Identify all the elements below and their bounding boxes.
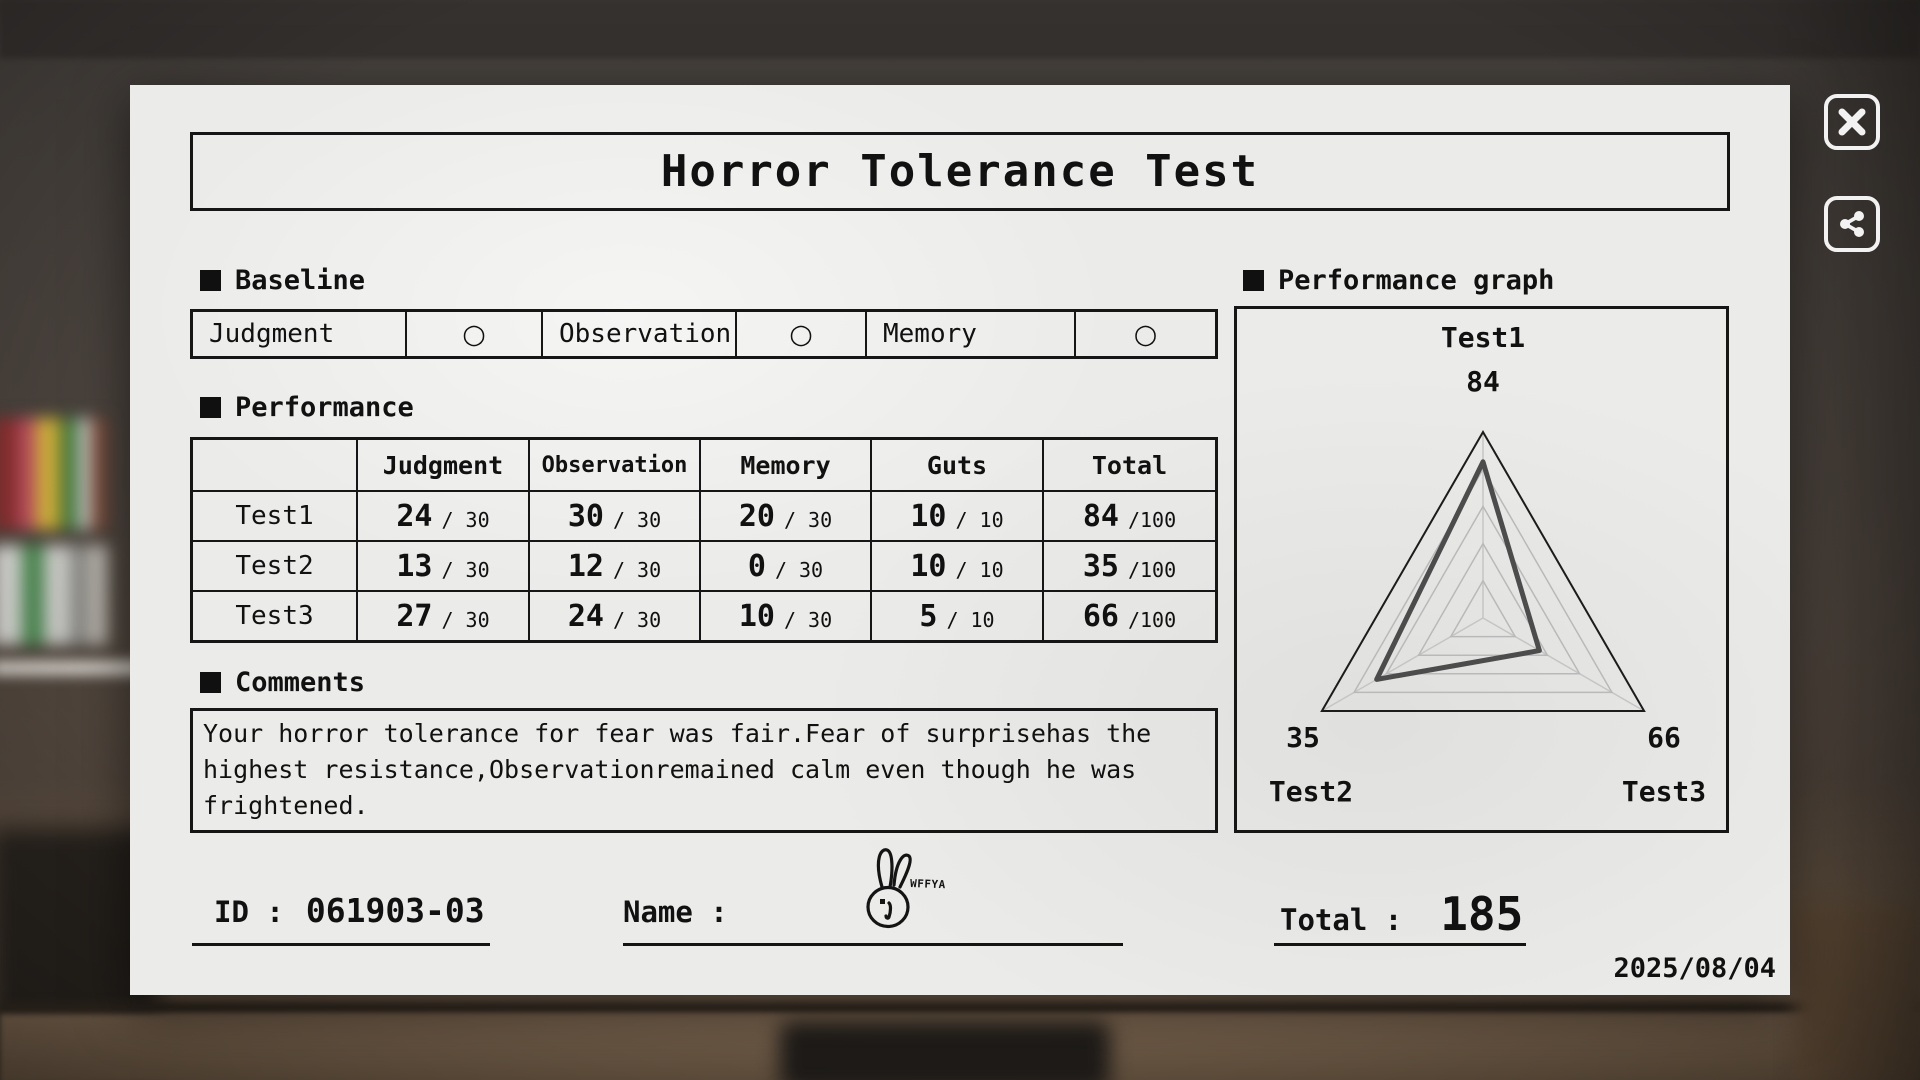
score-cell: 12/ 30 (528, 540, 699, 590)
baseline-label: Observation (541, 312, 735, 356)
row-header: Test2 (193, 540, 356, 590)
total-cell: 66/100 (1042, 590, 1215, 640)
score-cell: 24/ 30 (356, 490, 528, 540)
score-cell: 27/ 30 (356, 590, 528, 640)
total-underline (1274, 943, 1526, 946)
radar-chart: Test1 84 35 Test2 66 Test3 (1234, 306, 1729, 833)
table-corner-cell (193, 440, 356, 490)
column-header: Guts (870, 440, 1042, 490)
score-cell: 10/ 10 (870, 490, 1042, 540)
baseline-label: Judgment (193, 312, 405, 356)
baseline-mark-circle: ○ (405, 312, 541, 356)
square-bullet-icon (200, 397, 221, 418)
radar-value-test3: 66 (1647, 721, 1681, 754)
section-label-baseline: Baseline (235, 265, 365, 296)
radar-axis-label-test1: Test1 (1441, 321, 1525, 354)
total-cell: 35/100 (1042, 540, 1215, 590)
section-header-comments: Comments (200, 667, 365, 698)
column-header: Observation (528, 440, 699, 490)
share-button[interactable] (1824, 196, 1880, 252)
score-cell: 10/ 30 (699, 590, 870, 640)
id-underline (192, 943, 490, 946)
total-cell: 84/100 (1042, 490, 1215, 540)
square-bullet-icon (200, 672, 221, 693)
comments-text: Your horror tolerance for fear was fair.… (203, 716, 1205, 824)
row-header: Test1 (193, 490, 356, 540)
total-value: 185 (1440, 887, 1523, 941)
square-bullet-icon (200, 270, 221, 291)
radar-value-test1: 84 (1466, 365, 1500, 398)
close-button[interactable] (1824, 94, 1880, 150)
row-header: Test3 (193, 590, 356, 640)
svg-text:WFFYA: WFFYA (910, 877, 946, 891)
performance-table: Judgment Observation Memory Guts Total T… (190, 437, 1218, 643)
section-label-performance: Performance (235, 392, 414, 423)
radar-axis-label-test3: Test3 (1622, 775, 1706, 808)
score-cell: 24/ 30 (528, 590, 699, 640)
id-value: 061903-03 (306, 891, 485, 930)
section-header-baseline: Baseline (200, 265, 365, 296)
score-cell: 10/ 10 (870, 540, 1042, 590)
column-header: Memory (699, 440, 870, 490)
baseline-mark-circle: ○ (735, 312, 865, 356)
baseline-label: Memory (865, 312, 1074, 356)
comments-box: Your horror tolerance for fear was fair.… (190, 708, 1218, 833)
radar-value-test2: 35 (1286, 721, 1320, 754)
share-icon (1836, 208, 1868, 240)
date-text: 2025/08/04 (1613, 953, 1776, 984)
section-label-comments: Comments (235, 667, 365, 698)
score-cell: 5/ 10 (870, 590, 1042, 640)
baseline-table: Judgment ○ Observation ○ Memory ○ (190, 309, 1218, 359)
bunny-doodle-signature: WFFYA (848, 845, 956, 943)
name-field: Name : (623, 895, 728, 929)
name-label: Name : (623, 895, 728, 929)
id-field: ID : 061903-03 (214, 891, 485, 930)
id-label: ID : (214, 895, 284, 929)
section-header-graph: Performance graph (1243, 265, 1554, 296)
name-underline (623, 943, 1123, 946)
total-label: Total : (1280, 903, 1402, 937)
score-cell: 13/ 30 (356, 540, 528, 590)
score-cell: 20/ 30 (699, 490, 870, 540)
score-cell: 0/ 30 (699, 540, 870, 590)
total-field: Total : 185 (1280, 887, 1523, 941)
section-label-graph: Performance graph (1278, 265, 1554, 296)
result-sheet: Horror Tolerance Test Baseline Judgment … (130, 85, 1790, 995)
column-header: Total (1042, 440, 1215, 490)
baseline-mark-circle: ○ (1074, 312, 1215, 356)
score-cell: 30/ 30 (528, 490, 699, 540)
page-title: Horror Tolerance Test (661, 146, 1259, 197)
close-icon (1836, 106, 1868, 138)
square-bullet-icon (1243, 270, 1264, 291)
section-header-performance: Performance (200, 392, 414, 423)
column-header: Judgment (356, 440, 528, 490)
title-box: Horror Tolerance Test (190, 132, 1730, 211)
radar-axis-label-test2: Test2 (1269, 775, 1353, 808)
